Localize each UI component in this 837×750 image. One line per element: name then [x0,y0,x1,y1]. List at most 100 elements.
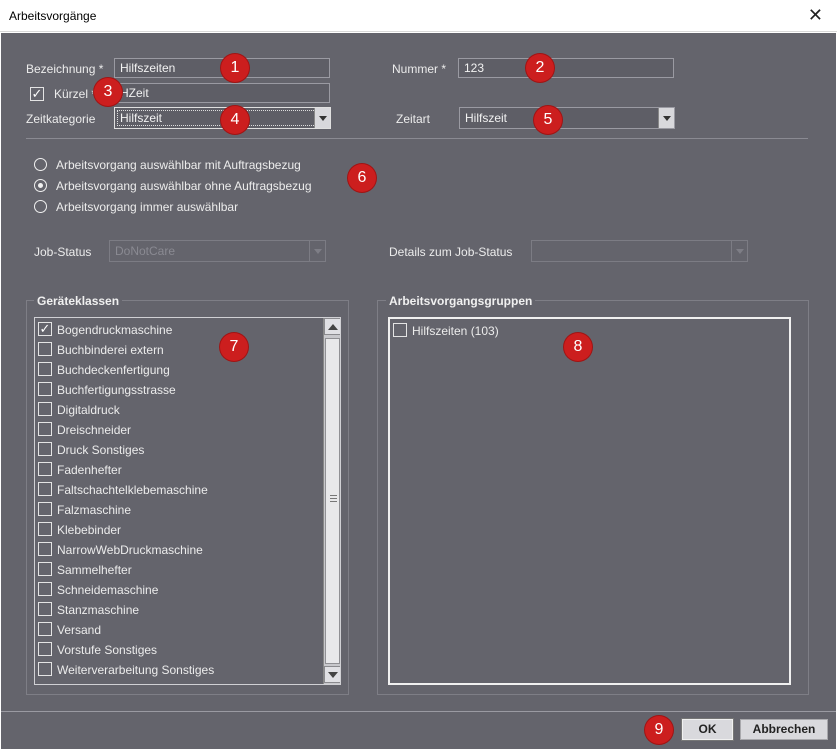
list-item-label: Weiterverarbeitung Sonstiges [57,663,215,677]
list-item[interactable]: Falzmaschine [35,500,325,520]
radio-immer-auswaehlbar-label: Arbeitsvorgang immer auswählbar [56,200,239,214]
list-item-label: Schneidemaschine [57,583,159,597]
details-job-status-label: Details zum Job-Status [389,245,513,259]
gruppen-title: Arbeitsvorgangsgruppen [386,294,536,308]
list-item[interactable]: Weiterverarbeitung Sonstiges [35,660,325,680]
checkbox[interactable] [38,522,52,536]
list-item[interactable]: Hilfszeiten (103) [390,321,680,341]
window-title: Arbeitsvorgänge [9,9,97,23]
chevron-down-icon[interactable] [658,108,674,128]
list-item[interactable]: NarrowWebDruckmaschine [35,540,325,560]
list-item[interactable]: Faltschachtelklebemaschine [35,480,325,500]
kuerzel-label: Kürzel * [54,87,97,101]
job-status-select: DoNotCare [109,240,326,262]
zeitkategorie-label: Zeitkategorie [26,112,96,126]
list-item[interactable]: Dreischneider [35,420,325,440]
geraeteklassen-list[interactable]: Weiterverarbeitung Sonstiges Vorstufe Son… [34,317,341,685]
list-item-label: Versand [57,623,102,637]
gruppen-list[interactable]: Hilfszeiten (103) [388,317,791,685]
list-item-label: Stanzmaschine [57,603,140,617]
nummer-label: Nummer * [392,62,447,76]
checkbox[interactable] [38,622,52,636]
job-status-label: Job-Status [34,245,92,259]
list-item-label: Vorstufe Sonstiges [57,643,158,657]
chevron-down-icon[interactable] [314,108,330,128]
checkbox[interactable] [38,442,52,456]
checkbox[interactable] [38,342,52,356]
ok-button[interactable]: OK [682,719,733,740]
list-item[interactable]: Versand [35,620,325,640]
callout-badge-8: 8 [564,333,592,361]
checkbox[interactable] [393,323,407,337]
zeitart-select[interactable]: Hilfszeit [459,107,675,129]
list-item[interactable]: Druck Sonstiges [35,440,325,460]
checkbox[interactable] [38,402,52,416]
list-item-label: Hilfszeiten (103) [412,324,499,338]
list-item-label: NarrowWebDruckmaschine [57,543,203,557]
list-item-label: Sammelhefter [57,563,132,577]
bezeichnung-label: Bezeichnung * [26,62,104,76]
checkbox[interactable] [38,562,52,576]
checkbox[interactable] [38,422,52,436]
separator [26,138,808,139]
list-item-label: Fadenhefter [57,463,122,477]
checkbox[interactable] [38,502,52,516]
checkbox[interactable] [38,462,52,476]
grip-icon [330,498,337,499]
checkbox[interactable] [38,382,52,396]
callout-badge-7: 7 [220,333,248,361]
checkbox[interactable]: ✓ [38,322,52,336]
list-item[interactable]: Schneidemaschine [35,580,325,600]
vertical-scrollbar[interactable] [323,318,340,684]
callout-badge-4: 4 [221,106,249,134]
checkbox[interactable] [38,482,52,496]
radio-mit-auftragsbezug[interactable] [34,158,47,171]
checkbox[interactable] [38,662,52,676]
list-item-label: Falzmaschine [57,503,132,517]
list-item[interactable]: Buchfertigungsstrasse [35,380,325,400]
zeitkategorie-value: Hilfszeit [120,111,163,125]
radio-ohne-auftragsbezug-label: Arbeitsvorgang auswählbar ohne Auftragsb… [56,179,312,193]
checkbox[interactable] [38,602,52,616]
list-item-label: Buchbinderei extern [57,343,164,357]
checkbox[interactable] [38,582,52,596]
close-icon[interactable]: ✕ [808,4,823,26]
job-status-value: DoNotCare [115,244,176,258]
scroll-down-icon[interactable] [324,666,340,683]
chevron-down-icon [309,241,325,261]
list-item-label: Faltschachtelklebemaschine [57,483,208,497]
nummer-input[interactable]: 123 [458,58,674,78]
title-bar: Arbeitsvorgänge ✕ [0,0,837,32]
list-item-label: Buchdeckenfertigung [57,363,170,377]
zeitart-label: Zeitart [396,112,431,126]
list-item[interactable]: Fadenhefter [35,460,325,480]
scrollbar-thumb[interactable] [325,338,340,664]
list-item[interactable]: Digitaldruck [35,400,325,420]
callout-badge-5: 5 [534,106,562,134]
radio-immer-auswaehlbar[interactable] [34,200,47,213]
details-job-status-select [531,240,748,262]
scroll-up-icon[interactable] [324,318,340,335]
list-item[interactable]: Vorstufe Sonstiges [35,640,325,660]
list-item[interactable]: Buchbinderei extern [35,340,325,360]
checkbox[interactable] [38,542,52,556]
kuerzel-input[interactable]: HZeit [114,83,330,103]
callout-badge-9: 9 [645,716,673,744]
list-item[interactable]: Klebebinder [35,520,325,540]
footer-separator [1,711,836,712]
checkbox[interactable] [38,642,52,656]
checkbox[interactable] [38,362,52,376]
list-item[interactable]: Stanzmaschine [35,600,325,620]
radio-mit-auftragsbezug-label: Arbeitsvorgang auswählbar mit Auftragsbe… [56,158,301,172]
kuerzel-checkbox[interactable]: ✓ [30,87,44,101]
callout-badge-2: 2 [526,54,554,82]
chevron-down-icon [731,241,747,261]
radio-ohne-auftragsbezug[interactable] [34,179,47,192]
cancel-button[interactable]: Abbrechen [740,719,828,740]
list-item-label: Klebebinder [57,523,122,537]
list-item[interactable]: Buchdeckenfertigung [35,360,325,380]
list-item[interactable]: Sammelhefter [35,560,325,580]
list-item[interactable]: ✓ Bogendruckmaschine [35,320,325,340]
grip-icon [330,495,337,496]
list-item-label: Bogendruckmaschine [57,323,173,337]
